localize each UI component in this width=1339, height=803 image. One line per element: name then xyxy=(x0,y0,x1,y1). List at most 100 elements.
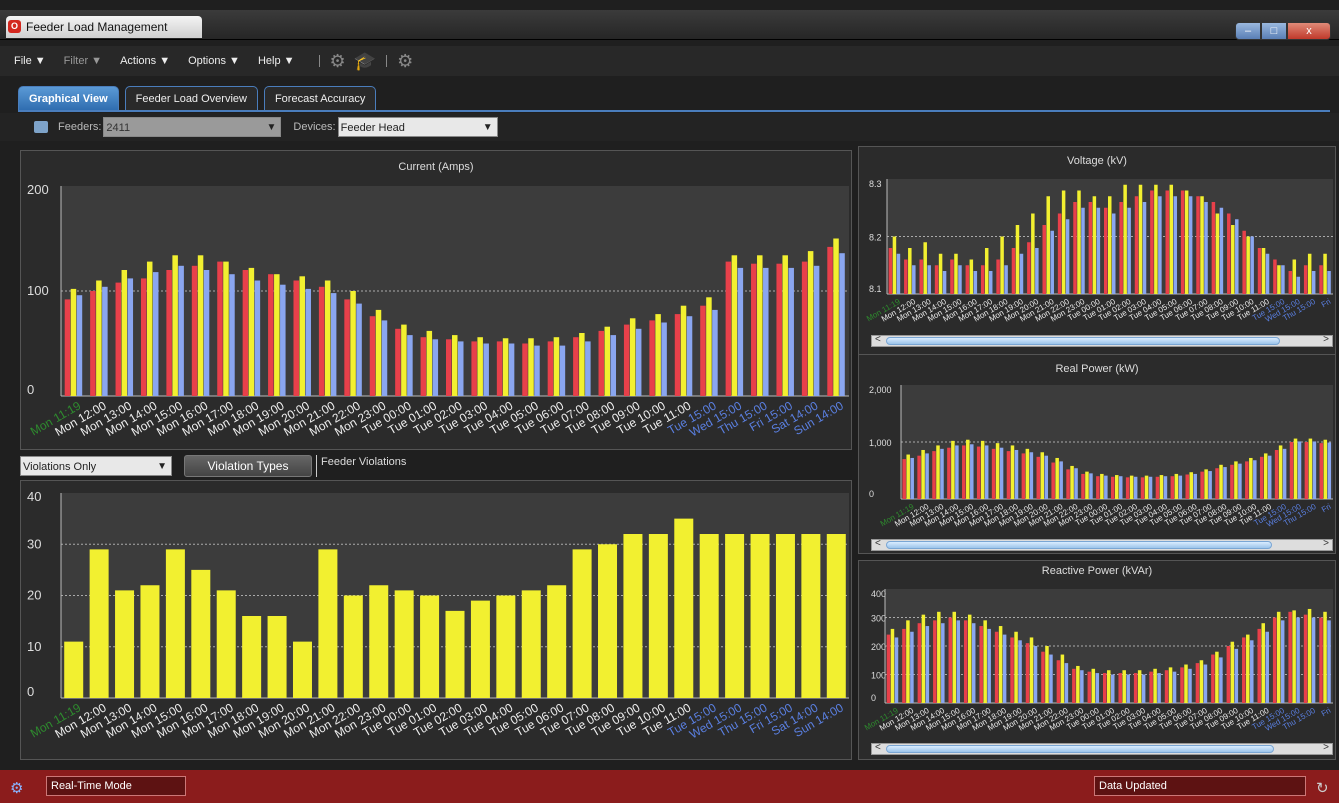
bar xyxy=(1104,475,1108,499)
bar xyxy=(954,253,958,294)
bar xyxy=(299,276,305,396)
bar xyxy=(1303,614,1308,703)
bar xyxy=(1133,673,1138,703)
scroll-thumb[interactable] xyxy=(886,541,1272,549)
bar xyxy=(547,585,567,698)
bar xyxy=(1029,637,1034,703)
bar xyxy=(686,316,693,396)
devices-select[interactable]: Feeder Head ▼ xyxy=(337,117,498,137)
bar xyxy=(1122,670,1126,703)
bar xyxy=(318,549,338,698)
tab-graphical-view[interactable]: Graphical View xyxy=(18,86,119,110)
bar xyxy=(936,445,940,499)
violations-chart: 403020100Mon 11:19Mon 12:00Mon 13:00Mon … xyxy=(27,489,849,742)
feeders-select[interactable]: 2411 ▼ xyxy=(103,117,282,137)
bar xyxy=(1070,465,1074,499)
bar xyxy=(420,337,427,396)
devices-value: Feeder Head xyxy=(340,122,405,134)
bar xyxy=(737,267,744,396)
bar xyxy=(1323,611,1327,703)
bar xyxy=(1327,442,1332,499)
minimize-button[interactable]: – xyxy=(1235,22,1261,40)
menu-options[interactable]: Options ▼ xyxy=(188,55,240,67)
bar xyxy=(1072,668,1076,703)
bar xyxy=(904,259,908,294)
bar xyxy=(1015,225,1020,294)
bar xyxy=(1215,651,1219,703)
bar xyxy=(1319,617,1323,703)
bar xyxy=(912,265,916,294)
bar xyxy=(1027,242,1031,294)
bar xyxy=(801,261,808,396)
bar xyxy=(1088,202,1093,294)
bar xyxy=(894,637,899,703)
bar xyxy=(934,265,939,294)
bar xyxy=(965,265,970,294)
bar xyxy=(1230,464,1234,499)
bar xyxy=(1060,654,1065,703)
bar xyxy=(598,544,618,698)
scroll-right-icon[interactable]: > xyxy=(1323,334,1329,345)
bar xyxy=(951,440,955,499)
scroll-thumb[interactable] xyxy=(886,337,1280,345)
voltage-scrollbar[interactable]: < > xyxy=(871,334,1333,347)
bar xyxy=(1169,184,1174,294)
bar xyxy=(1204,202,1208,294)
violation-types-button[interactable]: Violation Types xyxy=(184,455,312,477)
settings-gear-icon[interactable]: ⚙ xyxy=(10,779,23,797)
y-tick-label: 300 xyxy=(871,614,886,624)
bar xyxy=(1138,184,1143,294)
refresh-icon[interactable]: ↻ xyxy=(1316,779,1329,797)
bar xyxy=(1108,196,1112,294)
menu-actions[interactable]: Actions ▼ xyxy=(120,55,170,67)
bar xyxy=(680,305,687,396)
bar xyxy=(267,616,287,698)
scroll-thumb[interactable] xyxy=(886,745,1274,753)
tab-feeder-load-overview[interactable]: Feeder Load Overview xyxy=(124,86,258,110)
violations-filter-select[interactable]: Violations Only ▼ xyxy=(20,456,172,476)
bar xyxy=(1180,190,1185,294)
y-tick-label: 1,000 xyxy=(869,438,892,448)
bar xyxy=(1111,674,1115,703)
bar xyxy=(706,297,712,396)
reactive-power-scrollbar[interactable]: < > xyxy=(871,742,1333,755)
y-tick-label: 40 xyxy=(27,489,41,504)
settings-gear-icon[interactable]: ⚙ xyxy=(330,51,346,72)
bar xyxy=(1174,473,1179,499)
scroll-left-icon[interactable]: < xyxy=(875,334,881,345)
bar xyxy=(1211,202,1216,294)
scroll-left-icon[interactable]: < xyxy=(875,742,881,753)
real-power-scrollbar[interactable]: < > xyxy=(871,538,1333,551)
menu-help[interactable]: Help ▼ xyxy=(258,55,295,67)
bar xyxy=(1234,461,1238,499)
bar xyxy=(452,335,458,396)
bar xyxy=(1250,236,1254,294)
tab-forecast-accuracy[interactable]: Forecast Accuracy xyxy=(263,86,377,110)
close-button[interactable]: x xyxy=(1287,22,1331,40)
bar xyxy=(292,641,312,698)
bar xyxy=(203,270,210,396)
bar xyxy=(1230,641,1235,703)
bar xyxy=(1050,230,1054,294)
maximize-button[interactable]: □ xyxy=(1261,22,1287,40)
bar xyxy=(623,534,643,698)
x-tick-label: Fri xyxy=(1320,706,1333,719)
current-chart: 2001000Mon 11:19Mon 12:00Mon 13:00Mon 14… xyxy=(27,182,849,440)
scroll-right-icon[interactable]: > xyxy=(1323,742,1329,753)
bar xyxy=(165,549,185,698)
bar xyxy=(1276,611,1281,703)
bar xyxy=(521,590,541,698)
print-icon[interactable] xyxy=(34,121,48,133)
bar xyxy=(996,259,1000,294)
bar xyxy=(937,611,941,703)
reactive-power-chart: 4003002001000Mon 11:19Mon 12:00Mon 13:00… xyxy=(863,589,1333,733)
bar xyxy=(1073,202,1077,294)
menu-filter[interactable]: Filter ▼ xyxy=(64,55,102,67)
menu-file[interactable]: File ▼ xyxy=(14,55,46,67)
bar xyxy=(598,330,605,396)
scroll-right-icon[interactable]: > xyxy=(1323,538,1329,549)
gears-icon[interactable]: ⚙ xyxy=(397,51,413,72)
scroll-left-icon[interactable]: < xyxy=(875,538,881,549)
graduation-cap-icon[interactable]: 🎓 xyxy=(354,51,376,72)
bar xyxy=(1095,673,1100,703)
